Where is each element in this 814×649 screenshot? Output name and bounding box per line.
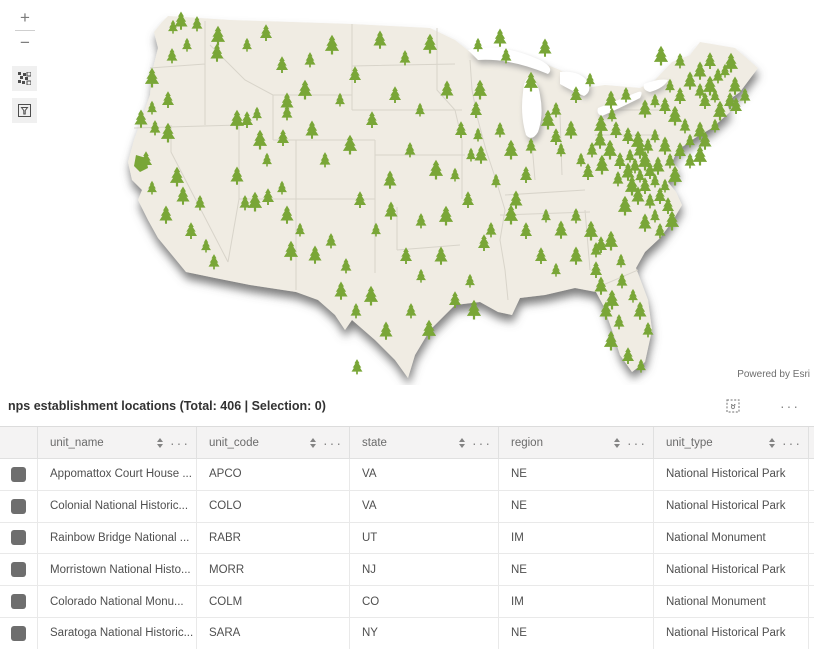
tree-marker[interactable] — [654, 46, 668, 66]
column-menu-icon[interactable]: ··· — [323, 438, 343, 448]
sort-icon[interactable] — [157, 438, 163, 448]
table-header-row: unit_name ··· unit_code ··· state ··· region ··… — [0, 427, 814, 459]
cell-unit_name: Colorado National Monu... — [38, 586, 197, 617]
checkbox-cell — [0, 491, 38, 522]
data-table: unit_name ··· unit_code ··· state ··· region ··… — [0, 426, 814, 649]
cell-unit_code: RABR — [197, 523, 350, 554]
filter-by-extent-button[interactable] — [12, 98, 37, 123]
legend-button[interactable] — [12, 66, 37, 91]
cell-region: NE — [499, 491, 654, 522]
header-checkbox-cell — [0, 427, 38, 458]
tree-marker[interactable] — [538, 39, 551, 57]
cell-unit_name: Morristown National Histo... — [38, 554, 197, 585]
column-header-unit_name[interactable]: unit_name ··· — [38, 427, 197, 458]
column-menu-icon[interactable]: ··· — [627, 438, 647, 448]
map-panel[interactable]: + − Powered by Esri — [0, 0, 814, 385]
cell-unit_type: National Historical Park — [654, 554, 809, 585]
column-label: unit_name — [50, 437, 104, 449]
sort-icon[interactable] — [459, 438, 465, 448]
column-label: unit_type — [666, 437, 713, 449]
box-funnel-icon — [18, 104, 31, 117]
cell-state: UT — [350, 523, 499, 554]
legend-icon — [18, 72, 31, 85]
column-header-unit_type[interactable]: unit_type ··· — [654, 427, 809, 458]
cell-unit_type: National Monument — [654, 523, 809, 554]
cell-state: VA — [350, 491, 499, 522]
zoom-out-button[interactable]: − — [12, 31, 38, 55]
sort-icon[interactable] — [614, 438, 620, 448]
cell-region: NE — [499, 459, 654, 490]
checkbox-cell — [0, 554, 38, 585]
checkbox-cell — [0, 459, 38, 490]
row-checkbox[interactable] — [11, 530, 26, 545]
cell-unit_code: SARA — [197, 618, 350, 649]
table-row[interactable]: Colonial National Historic...COLOVANENat… — [0, 491, 814, 523]
column-header-region[interactable]: region ··· — [499, 427, 654, 458]
cell-state: CO — [350, 586, 499, 617]
row-spacer — [809, 459, 814, 490]
cell-unit_code: COLM — [197, 586, 350, 617]
column-menu-icon[interactable]: ··· — [472, 438, 492, 448]
table-titlebar: nps establishment locations (Total: 406 … — [0, 385, 814, 426]
selection-tools-icon[interactable] — [726, 396, 740, 416]
column-label: state — [362, 437, 387, 449]
table-row[interactable]: Appomattox Court House ...APCOVANENation… — [0, 459, 814, 491]
row-checkbox[interactable] — [11, 626, 26, 641]
cell-state: NY — [350, 618, 499, 649]
cell-region: IM — [499, 586, 654, 617]
column-label: unit_code — [209, 437, 259, 449]
cell-unit_name: Appomattox Court House ... — [38, 459, 197, 490]
table-row[interactable]: Saratoga National Historic...SARANYNENat… — [0, 618, 814, 649]
cell-region: NE — [499, 554, 654, 585]
row-checkbox[interactable] — [11, 467, 26, 482]
row-spacer — [809, 491, 814, 522]
tree-marker[interactable] — [352, 359, 363, 374]
table-title: nps establishment locations (Total: 406 … — [8, 399, 326, 413]
cell-unit_type: National Historical Park — [654, 491, 809, 522]
cell-unit_code: COLO — [197, 491, 350, 522]
checkbox-cell — [0, 586, 38, 617]
zoom-in-button[interactable]: + — [12, 6, 38, 30]
checkbox-cell — [0, 523, 38, 554]
cell-region: IM — [499, 523, 654, 554]
sort-icon[interactable] — [769, 438, 775, 448]
cell-unit_name: Rainbow Bridge National ... — [38, 523, 197, 554]
cell-unit_code: MORR — [197, 554, 350, 585]
row-spacer — [809, 586, 814, 617]
cell-unit_code: APCO — [197, 459, 350, 490]
row-spacer — [809, 554, 814, 585]
cell-unit_name: Saratoga National Historic... — [38, 618, 197, 649]
row-checkbox[interactable] — [11, 499, 26, 514]
table-row[interactable]: Colorado National Monu...COLMCOIMNationa… — [0, 586, 814, 618]
us-map[interactable] — [0, 0, 814, 385]
cell-unit_name: Colonial National Historic... — [38, 491, 197, 522]
column-menu-icon[interactable]: ··· — [170, 438, 190, 448]
cell-unit_type: National Historical Park — [654, 459, 809, 490]
column-header-unit_code[interactable]: unit_code ··· — [197, 427, 350, 458]
row-checkbox[interactable] — [11, 562, 26, 577]
row-spacer — [809, 618, 814, 649]
more-options-icon[interactable]: ··· — [780, 396, 800, 416]
checkbox-cell — [0, 618, 38, 649]
row-checkbox[interactable] — [11, 594, 26, 609]
header-spacer — [809, 427, 814, 458]
table-body: Appomattox Court House ...APCOVANENation… — [0, 459, 814, 649]
table-row[interactable]: Morristown National Histo...MORRNJNENati… — [0, 554, 814, 586]
cell-region: NE — [499, 618, 654, 649]
sort-icon[interactable] — [310, 438, 316, 448]
cell-state: NJ — [350, 554, 499, 585]
us-landmass — [128, 16, 758, 378]
row-spacer — [809, 523, 814, 554]
column-menu-icon[interactable]: ··· — [782, 438, 802, 448]
column-label: region — [511, 437, 543, 449]
cell-unit_type: National Historical Park — [654, 618, 809, 649]
map-attribution: Powered by Esri — [737, 369, 810, 380]
cell-state: VA — [350, 459, 499, 490]
map-controls: + − — [12, 6, 38, 55]
tree-marker[interactable] — [493, 29, 506, 47]
table-row[interactable]: Rainbow Bridge National ...RABRUTIMNatio… — [0, 523, 814, 555]
column-header-state[interactable]: state ··· — [350, 427, 499, 458]
cell-unit_type: National Monument — [654, 586, 809, 617]
